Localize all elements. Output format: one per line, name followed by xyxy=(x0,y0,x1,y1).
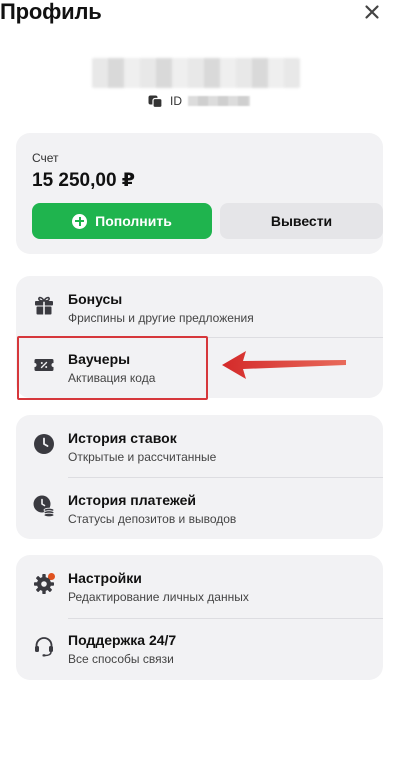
user-id-row[interactable]: ID xyxy=(148,94,250,108)
menu-item-subtitle: Активация кода xyxy=(68,371,156,385)
menu-item-title: Настройки xyxy=(68,570,142,586)
user-id-label: ID xyxy=(170,94,182,108)
menu-item-title: Ваучеры xyxy=(68,351,131,367)
menu-item-subtitle: Открытые и рассчитанные xyxy=(68,450,217,464)
close-button[interactable] xyxy=(360,0,384,24)
clock-icon xyxy=(34,434,54,454)
menu-group-history: История ставок Открытые и рассчитанные И… xyxy=(16,415,383,539)
headset-icon xyxy=(35,637,53,657)
page-title: Профиль xyxy=(0,0,102,24)
menu-item-bet-history[interactable]: История ставок Открытые и рассчитанные xyxy=(16,417,383,477)
copy-icon[interactable] xyxy=(148,95,163,108)
menu-item-title: Поддержка 24/7 xyxy=(68,632,177,648)
voucher-icon xyxy=(34,359,54,371)
header: Профиль xyxy=(0,0,398,30)
payment-clock-icon xyxy=(33,495,55,517)
close-icon xyxy=(365,5,379,19)
user-block: ID xyxy=(0,58,398,110)
menu-item-subtitle: Фриспины и другие предложения xyxy=(68,311,254,325)
menu-item-subtitle: Все способы связи xyxy=(68,652,174,666)
balance-label: Счет xyxy=(32,151,59,165)
notification-dot xyxy=(48,573,55,580)
divider xyxy=(68,477,383,478)
balance-value: 15 250,00 ₽ xyxy=(32,170,136,191)
menu-item-subtitle: Статусы депозитов и выводов xyxy=(68,512,237,526)
deposit-button[interactable]: Пополнить xyxy=(32,203,212,239)
menu-item-support[interactable]: Поддержка 24/7 Все способы связи xyxy=(16,619,383,679)
menu-group-settings: Настройки Редактирование личных данных П… xyxy=(16,555,383,680)
user-id-redacted xyxy=(188,96,250,106)
withdraw-button[interactable]: Вывести xyxy=(220,203,383,239)
menu-item-title: История ставок xyxy=(68,430,177,446)
menu-item-subtitle: Редактирование личных данных xyxy=(68,590,249,604)
deposit-button-label: Пополнить xyxy=(95,213,172,229)
withdraw-button-label: Вывести xyxy=(270,213,333,229)
plus-circle-icon xyxy=(72,213,88,229)
menu-item-payment-history[interactable]: История платежей Статусы депозитов и выв… xyxy=(16,479,383,539)
gift-icon xyxy=(35,296,53,315)
menu-item-title: История платежей xyxy=(68,492,197,508)
user-name-redacted xyxy=(92,58,300,88)
balance-card: Счет 15 250,00 ₽ Пополнить Вывести xyxy=(16,133,383,254)
menu-item-settings[interactable]: Настройки Редактирование личных данных xyxy=(16,557,383,617)
menu-item-bonuses[interactable]: Бонусы Фриспины и другие предложения xyxy=(16,278,383,338)
menu-item-title: Бонусы xyxy=(68,291,123,307)
arrow-annotation xyxy=(222,351,346,379)
